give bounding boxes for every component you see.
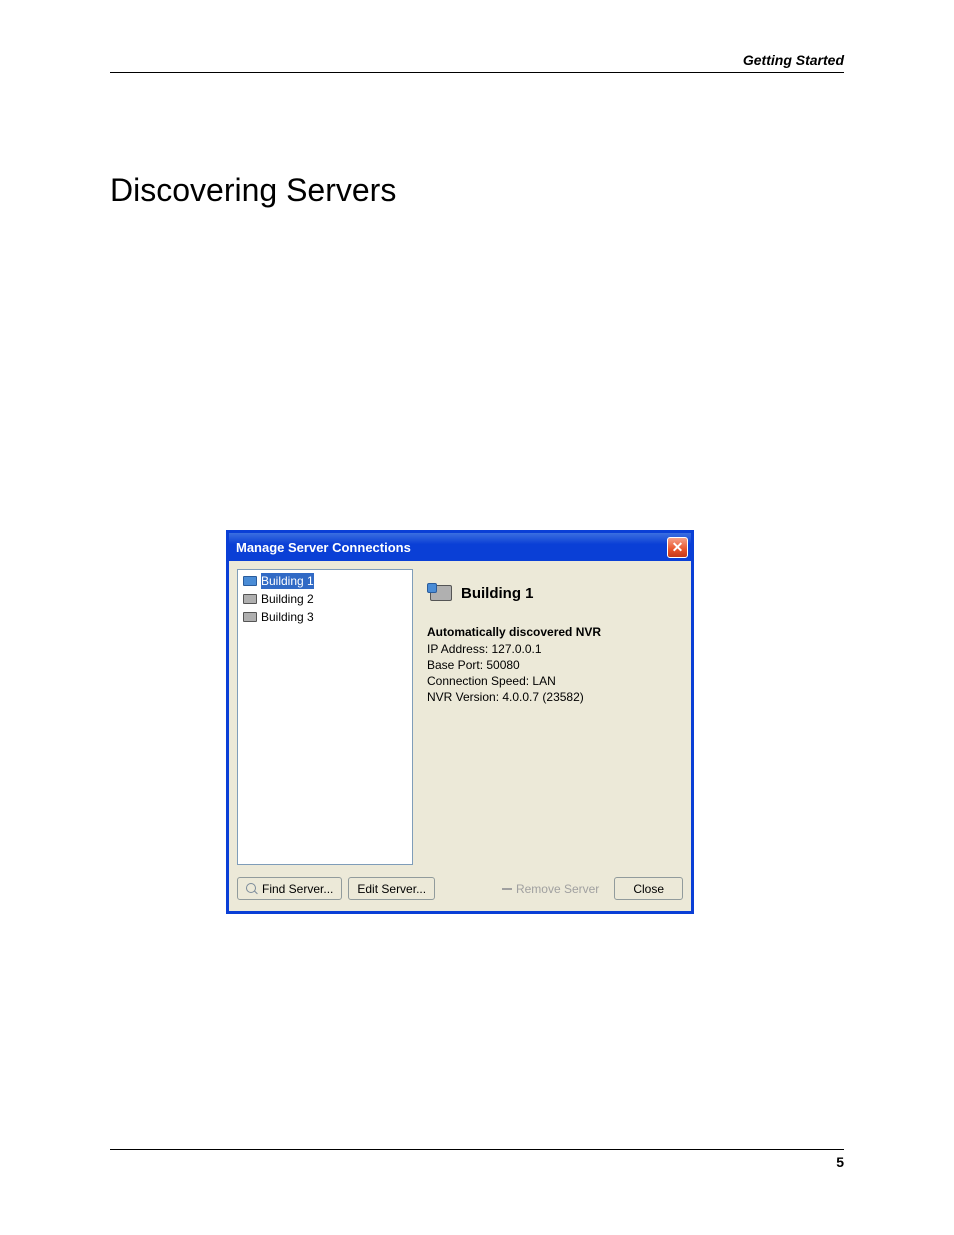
button-label: Close <box>633 882 664 896</box>
detail-port: Base Port: 50080 <box>427 657 675 673</box>
page-header-section: Getting Started <box>743 52 844 68</box>
dialog-titlebar[interactable]: Manage Server Connections ✕ <box>229 533 691 561</box>
server-icon <box>242 575 258 587</box>
edit-server-button[interactable]: Edit Server... <box>348 877 435 900</box>
list-item[interactable]: Building 2 <box>240 590 410 608</box>
list-item-label: Building 3 <box>261 609 314 625</box>
list-item[interactable]: Building 1 <box>240 572 410 590</box>
server-icon <box>242 611 258 623</box>
remove-server-button: Remove Server <box>493 877 608 900</box>
button-label: Edit Server... <box>357 882 426 896</box>
chapter-title: Discovering Servers <box>110 172 396 209</box>
close-icon[interactable]: ✕ <box>667 537 688 558</box>
server-icon <box>242 593 258 605</box>
detail-subtitle: Automatically discovered NVR <box>427 625 675 639</box>
page-number: 5 <box>836 1154 844 1170</box>
server-detail-pane: Building 1 Automatically discovered NVR … <box>421 569 683 865</box>
button-label: Remove Server <box>516 882 599 896</box>
detail-header: Building 1 <box>427 583 675 603</box>
list-item-label: Building 2 <box>261 591 314 607</box>
document-page: Getting Started Discovering Servers Mana… <box>110 40 844 1170</box>
detail-speed: Connection Speed: LAN <box>427 673 675 689</box>
manage-server-connections-dialog: Manage Server Connections ✕ Building 1 B… <box>226 530 694 914</box>
dialog-title: Manage Server Connections <box>236 540 411 555</box>
footer-rule <box>110 1149 844 1150</box>
detail-version: NVR Version: 4.0.0.7 (23582) <box>427 689 675 705</box>
server-list[interactable]: Building 1 Building 2 Building 3 <box>237 569 413 865</box>
dialog-button-row: Find Server... Edit Server... Remove Ser… <box>229 873 691 908</box>
list-item-label: Building 1 <box>261 573 314 589</box>
find-server-button[interactable]: Find Server... <box>237 877 342 900</box>
dialog-body: Building 1 Building 2 Building 3 Buildin… <box>229 561 691 873</box>
detail-ip: IP Address: 127.0.0.1 <box>427 641 675 657</box>
list-item[interactable]: Building 3 <box>240 608 410 626</box>
close-button[interactable]: Close <box>614 877 683 900</box>
search-icon <box>246 883 258 895</box>
detail-title: Building 1 <box>461 585 534 602</box>
header-rule <box>110 72 844 73</box>
button-label: Find Server... <box>262 882 333 896</box>
server-icon <box>427 583 455 603</box>
minus-icon <box>502 888 512 890</box>
